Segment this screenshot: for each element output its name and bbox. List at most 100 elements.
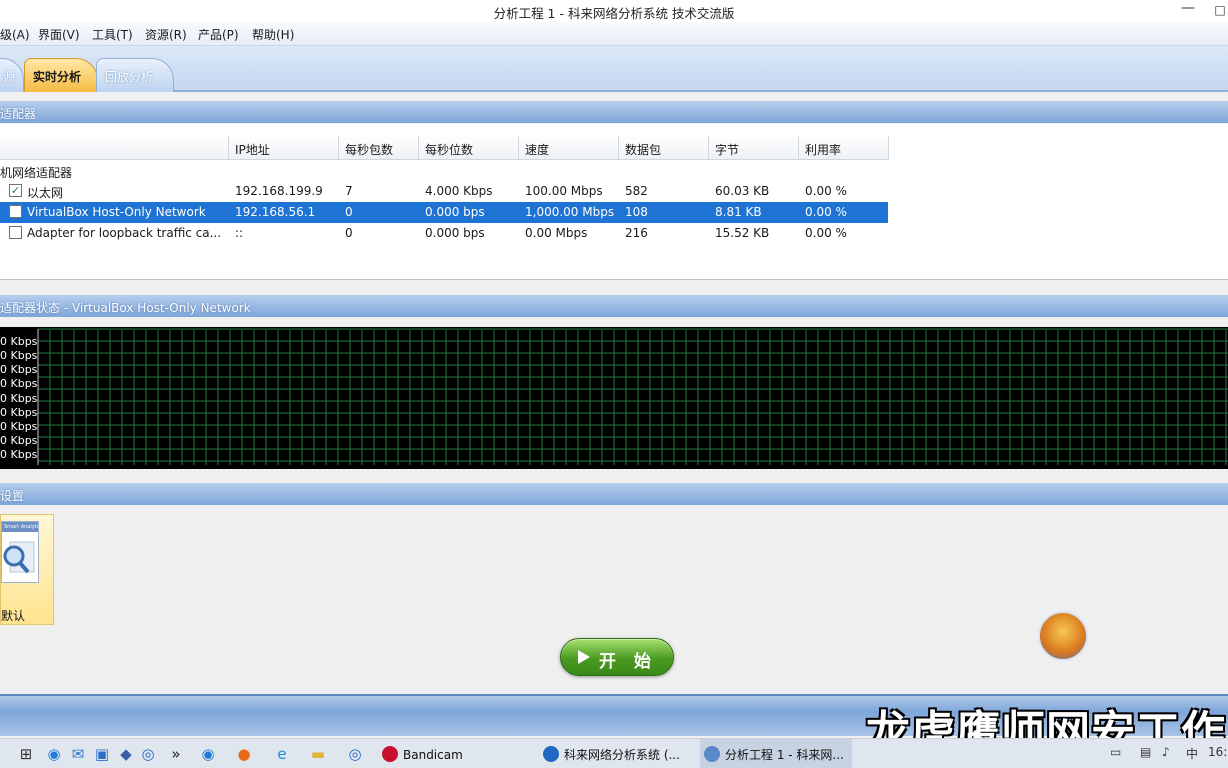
menu-bar: 级(A) 界面(V) 工具(T) 资源(R) 产品(P) 帮助(H) bbox=[0, 22, 1228, 46]
profile-label: 默认 bbox=[1, 609, 26, 623]
ie-icon[interactable]: e bbox=[272, 744, 292, 764]
edge-browser-icon[interactable]: ◉ bbox=[198, 744, 218, 764]
column-header-bytes[interactable]: 字节 bbox=[709, 136, 799, 160]
tab-label: 实时分析 bbox=[33, 70, 82, 84]
menu-item-view[interactable]: 界面(V) bbox=[38, 26, 80, 43]
y-axis-label: 0 Kbps bbox=[0, 406, 38, 419]
start-button[interactable]: 开 始 bbox=[560, 638, 674, 676]
column-header-bps[interactable]: 每秒位数 bbox=[419, 136, 519, 160]
menu-item-resources[interactable]: 资源(R) bbox=[145, 26, 187, 43]
section-title: 适配器状态 - VirtualBox Host-Only Network bbox=[0, 301, 251, 315]
maximize-button[interactable]: □ bbox=[1212, 0, 1228, 20]
y-axis-label: 0 Kbps bbox=[0, 335, 38, 348]
play-icon bbox=[578, 650, 590, 664]
firefox-icon[interactable]: ● bbox=[234, 744, 254, 764]
mail-icon[interactable]: ✉ bbox=[68, 744, 88, 764]
colasoft-pinned-icon[interactable]: ◎ bbox=[138, 744, 158, 764]
thumb-caption: Smart Analytics bbox=[2, 522, 38, 532]
column-header-pps[interactable]: 每秒包数 bbox=[339, 136, 419, 160]
taskbar-app-label: 科来网络分析系统 (... bbox=[564, 748, 680, 762]
adapter-bytes: 15.52 KB bbox=[715, 226, 770, 240]
y-axis-label: 0 Kbps bbox=[0, 349, 38, 362]
colasoft-icon bbox=[543, 746, 559, 762]
app-pinned-icon[interactable]: ◆ bbox=[116, 744, 136, 764]
colasoft-active-icon bbox=[704, 746, 720, 762]
checkbox-unchecked-icon[interactable] bbox=[9, 226, 22, 239]
traffic-grid bbox=[37, 328, 1228, 465]
status-section-header: 适配器状态 - VirtualBox Host-Only Network bbox=[0, 295, 1228, 317]
tab-strip: 源 实时分析 回放分析 bbox=[0, 46, 1228, 92]
people-icon[interactable]: ▣ bbox=[92, 744, 112, 764]
adapter-section-header: 适配器 bbox=[0, 101, 1228, 123]
adapter-packets: 216 bbox=[625, 226, 648, 240]
adapter-table: IP地址 每秒包数 每秒位数 速度 数据包 字节 利用率 机网络适配器 ✓ 以太… bbox=[0, 124, 1228, 280]
column-header-packets[interactable]: 数据包 bbox=[619, 136, 709, 160]
record-icon bbox=[382, 746, 398, 762]
tab-label: 源 bbox=[3, 70, 16, 84]
tab-replay-analysis[interactable]: 回放分析 bbox=[96, 58, 174, 92]
adapter-name: Adapter for loopback traffic ca... bbox=[27, 226, 222, 240]
adapter-bps: 4.000 Kbps bbox=[425, 184, 493, 198]
menu-item-products[interactable]: 产品(P) bbox=[198, 26, 239, 43]
window-title: 分析工程 1 - 科来网络分析系统 技术交流版 bbox=[493, 6, 735, 21]
menu-item-advanced[interactable]: 级(A) bbox=[0, 26, 30, 43]
adapter-utilization: 0.00 % bbox=[805, 226, 847, 240]
adapter-utilization: 0.00 % bbox=[805, 205, 847, 219]
ime-indicator[interactable]: 中 bbox=[1186, 745, 1198, 762]
table-row[interactable]: Adapter for loopback traffic ca... :: 0 … bbox=[0, 223, 888, 244]
adapter-pps: 7 bbox=[345, 184, 353, 198]
task-view-icon[interactable]: ⊞ bbox=[16, 744, 36, 764]
adapter-bytes: 60.03 KB bbox=[715, 184, 770, 198]
minimize-button[interactable]: — bbox=[1178, 0, 1198, 20]
adapter-packets: 582 bbox=[625, 184, 648, 198]
start-button-label: 开 始 bbox=[599, 652, 657, 672]
taskbar-app-label: 分析工程 1 - 科来网... bbox=[725, 748, 844, 762]
tab-realtime-analysis[interactable]: 实时分析 bbox=[24, 58, 98, 92]
column-header-speed[interactable]: 速度 bbox=[519, 136, 619, 160]
adapter-bps: 0.000 bps bbox=[425, 205, 485, 219]
adapter-name: 以太网 bbox=[27, 186, 64, 200]
taskbar-app-bandicam[interactable]: Bandicam bbox=[382, 739, 463, 768]
checkbox-checked-icon[interactable]: ✓ bbox=[9, 184, 22, 197]
column-header-ip[interactable]: IP地址 bbox=[229, 136, 339, 160]
table-row-selected[interactable]: VirtualBox Host-Only Network 192.168.56.… bbox=[0, 202, 888, 223]
column-header-utilization[interactable]: 利用率 bbox=[799, 136, 889, 160]
adapter-speed: 0.00 Mbps bbox=[525, 226, 588, 240]
adapter-pps: 0 bbox=[345, 226, 353, 240]
settings-section-header: 设置 bbox=[0, 483, 1228, 505]
tab-resources[interactable]: 源 bbox=[0, 58, 24, 92]
taskbar-app-label: Bandicam bbox=[403, 748, 463, 762]
table-row[interactable]: ✓ 以太网 192.168.199.9 7 4.000 Kbps 100.00 … bbox=[0, 181, 888, 202]
section-title: 适配器 bbox=[0, 107, 37, 121]
overflow-chevron-icon[interactable]: » bbox=[166, 744, 186, 764]
mascot-icon[interactable] bbox=[1038, 611, 1088, 661]
network-icon[interactable]: ▭ bbox=[1110, 745, 1121, 759]
file-explorer-icon[interactable]: ▬ bbox=[308, 744, 328, 764]
menu-item-tools[interactable]: 工具(T) bbox=[92, 26, 133, 43]
taskbar-app-project[interactable]: 分析工程 1 - 科来网... bbox=[700, 739, 852, 768]
adapter-bytes: 8.81 KB bbox=[715, 205, 762, 219]
adapter-speed: 100.00 Mbps bbox=[525, 184, 603, 198]
adapter-ip: 192.168.56.1 bbox=[235, 205, 316, 219]
clock[interactable]: 16: bbox=[1208, 745, 1227, 759]
menu-item-help[interactable]: 帮助(H) bbox=[252, 26, 294, 43]
adapter-packets: 108 bbox=[625, 205, 648, 219]
checkbox-unchecked-icon[interactable] bbox=[9, 205, 22, 218]
y-axis-label: 0 Kbps bbox=[0, 448, 38, 461]
volume-icon[interactable]: ♪ bbox=[1162, 745, 1170, 759]
tab-label: 回放分析 bbox=[105, 70, 154, 84]
adapter-ip: 192.168.199.9 bbox=[235, 184, 323, 198]
traffic-graph: 0 Kbps 0 Kbps 0 Kbps 0 Kbps 0 Kbps 0 Kbp… bbox=[0, 327, 1228, 469]
column-header-name[interactable] bbox=[0, 136, 229, 160]
y-axis-label: 0 Kbps bbox=[0, 363, 38, 376]
taskbar-app-colasoft[interactable]: 科来网络分析系统 (... bbox=[543, 739, 680, 768]
title-bar: 分析工程 1 - 科来网络分析系统 技术交流版 — □ bbox=[0, 0, 1228, 22]
adapter-pps: 0 bbox=[345, 205, 353, 219]
edge-icon[interactable]: ◉ bbox=[44, 744, 64, 764]
folder-icon[interactable]: ▤ bbox=[1140, 745, 1151, 759]
colasoft-app-icon[interactable]: ◎ bbox=[345, 744, 365, 764]
y-axis-label: 0 Kbps bbox=[0, 420, 38, 433]
profile-card-default[interactable]: Smart Analytics 默认 bbox=[0, 514, 54, 625]
y-axis-label: 0 Kbps bbox=[0, 377, 38, 390]
y-axis-label: 0 Kbps bbox=[0, 392, 38, 405]
